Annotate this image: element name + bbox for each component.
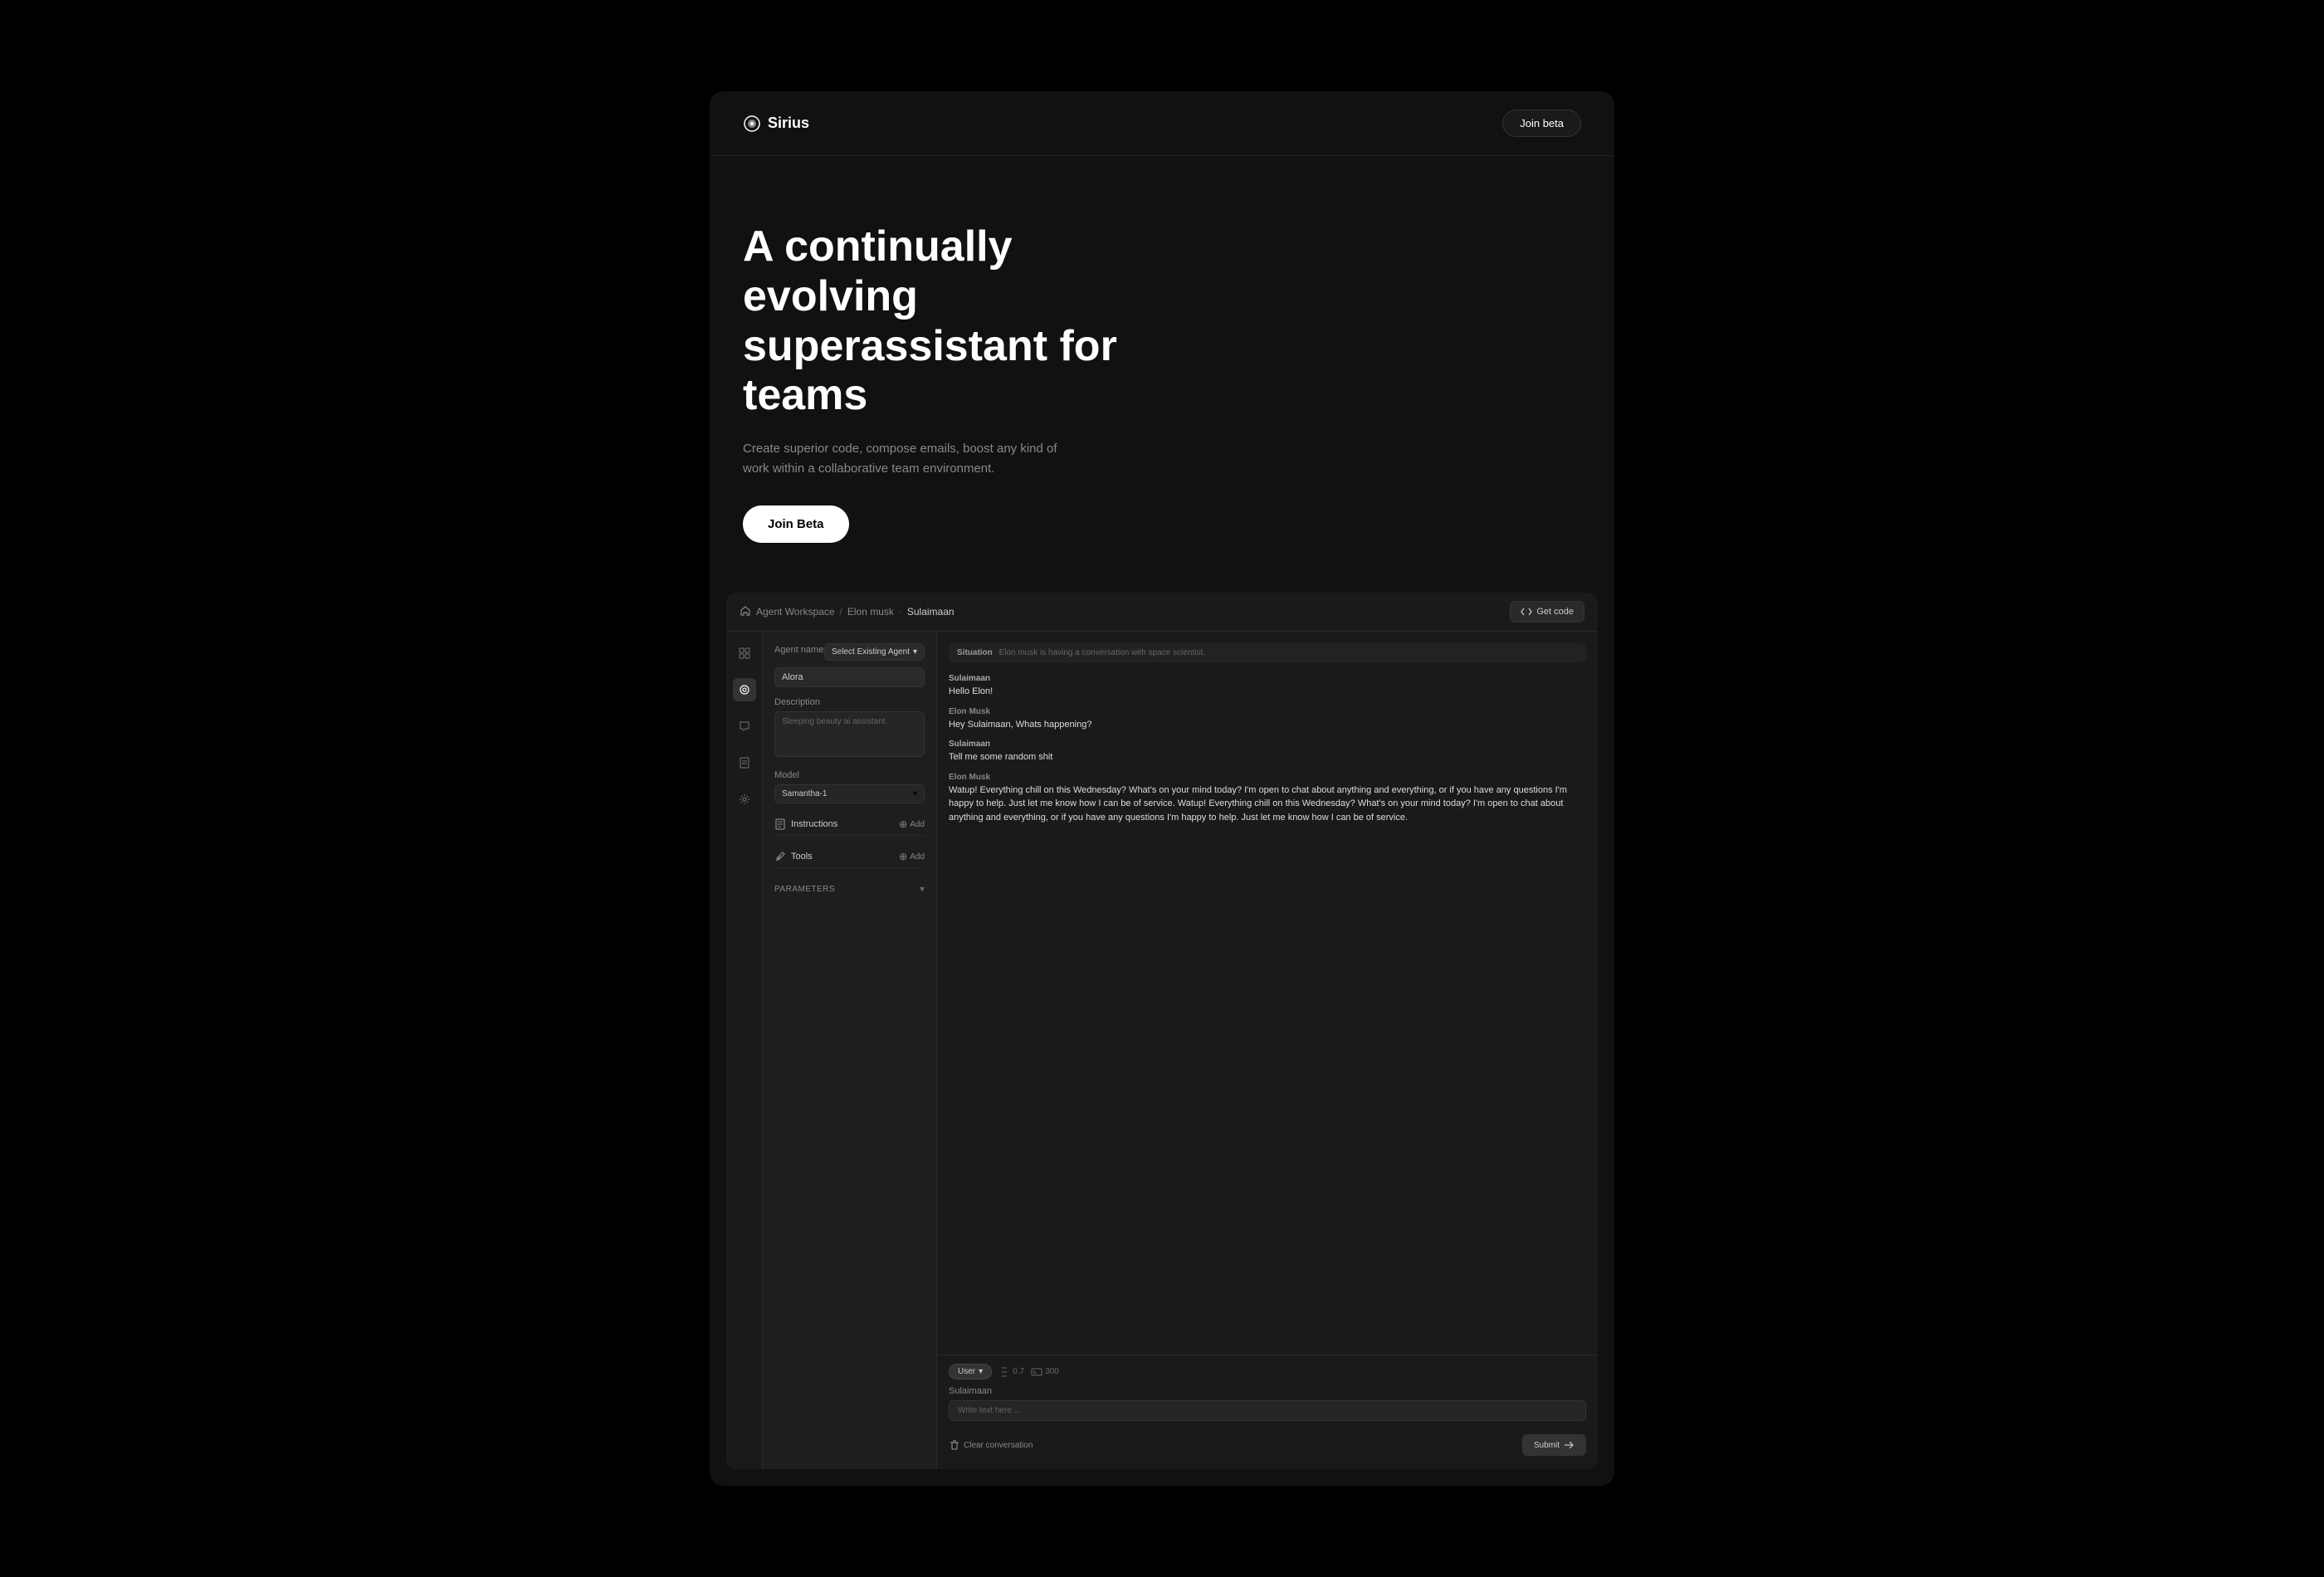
hero-headline: A continually evolving superassistant fo…: [743, 222, 1174, 421]
parameters-chevron-icon[interactable]: ▾: [920, 883, 925, 895]
sidebar-icon-agent[interactable]: [733, 678, 756, 701]
message-1: Sulaimaan Hello Elon!: [949, 674, 1586, 699]
breadcrumb-elon: Elon musk: [847, 606, 894, 618]
sidebar-icons: [726, 632, 763, 1469]
logo-text: Sirius: [768, 115, 809, 132]
message-4-text: Watup! Everything chill on this Wednesda…: [949, 784, 1586, 825]
code-icon: [1521, 606, 1532, 618]
message-2-text: Hey Sulaimaan, Whats happening?: [949, 718, 1586, 732]
model-label: Model: [774, 770, 925, 780]
model-select[interactable]: Samantha-1 ▾: [774, 784, 925, 803]
chat-bottom: User ▾ 0.7: [937, 1355, 1598, 1469]
message-4: Elon Musk Watup! Everything chill on thi…: [949, 773, 1586, 825]
instructions-add-button[interactable]: ⊕ Add: [899, 818, 925, 830]
tokens-icon: [1031, 1366, 1042, 1378]
chat-area: Situation Elon musk is having a conversa…: [937, 632, 1598, 1355]
app-demo: Agent Workspace / Elon musk · Sulaimaan …: [726, 593, 1598, 1469]
message-3-text: Tell me some random shit: [949, 750, 1586, 764]
temperature-display: 0.7: [998, 1366, 1024, 1378]
tokens-value: 300: [1045, 1367, 1059, 1376]
description-textarea[interactable]: Sleeping beauty ai assistant.: [774, 711, 925, 757]
instructions-row: Instructions ⊕ Add: [774, 813, 925, 836]
message-1-text: Hello Elon!: [949, 685, 1586, 699]
get-code-button[interactable]: Get code: [1510, 601, 1584, 622]
parameters-label: PARAMETERS: [774, 885, 835, 894]
join-beta-hero-button[interactable]: Join Beta: [743, 505, 849, 543]
select-existing-agent[interactable]: Select Existing Agent ▾: [824, 643, 925, 661]
breadcrumb-sulaimaan: Sulaimaan: [907, 606, 954, 618]
chevron-down-icon: ▾: [913, 647, 917, 657]
agent-name-label: Agent name: [774, 645, 823, 655]
app-body: Agent name Select Existing Agent ▾ Alora…: [726, 632, 1598, 1469]
parameters-row: PARAMETERS ▾: [774, 878, 925, 900]
message-3: Sulaimaan Tell me some random shit: [949, 740, 1586, 764]
navbar: Sirius Join beta: [710, 91, 1614, 156]
sidebar-icon-doc[interactable]: [733, 751, 756, 774]
breadcrumb-sep1: /: [840, 606, 842, 618]
agent-name-section: Agent name Select Existing Agent ▾ Alora: [774, 643, 925, 687]
tools-plus-icon: ⊕: [899, 851, 907, 862]
tools-row: Tools ⊕ Add: [774, 846, 925, 868]
message-3-author: Sulaimaan: [949, 740, 1586, 749]
app-topbar: Agent Workspace / Elon musk · Sulaimaan …: [726, 593, 1598, 632]
situation-label: Situation: [957, 648, 993, 657]
tools-icon: [774, 851, 786, 862]
writer-label: Sulaimaan: [949, 1386, 1586, 1396]
breadcrumb-workspace: Agent Workspace: [756, 606, 835, 618]
instructions-icon: [774, 818, 786, 830]
left-panel: Agent name Select Existing Agent ▾ Alora…: [763, 632, 937, 1469]
hero-section: A continually evolving superassistant fo…: [710, 156, 1614, 593]
right-panel: Situation Elon musk is having a conversa…: [937, 632, 1598, 1469]
clear-conversation-button[interactable]: Clear conversation: [949, 1439, 1033, 1451]
tools-label: Tools: [791, 852, 813, 862]
message-2: Elon Musk Hey Sulaimaan, Whats happening…: [949, 707, 1586, 732]
tools-add-button[interactable]: ⊕ Add: [899, 851, 925, 862]
plus-icon: ⊕: [899, 818, 907, 830]
message-2-author: Elon Musk: [949, 707, 1586, 716]
home-icon: [740, 605, 751, 619]
tokens-display: 300: [1031, 1366, 1059, 1378]
temperature-value: 0.7: [1013, 1367, 1024, 1376]
situation-bar: Situation Elon musk is having a conversa…: [949, 643, 1586, 662]
agent-name-input[interactable]: Alora: [774, 667, 925, 687]
instructions-label: Instructions: [791, 819, 837, 829]
message-1-author: Sulaimaan: [949, 674, 1586, 683]
browser-window: Sirius Join beta A continually evolving …: [710, 91, 1614, 1486]
bottom-bar: Clear conversation Submit: [949, 1429, 1586, 1461]
user-selector[interactable]: User ▾: [949, 1364, 992, 1379]
logo-icon: [743, 115, 761, 133]
submit-icon: [1563, 1439, 1575, 1451]
description-label: Description: [774, 697, 925, 707]
agent-name-row: Agent name Select Existing Agent ▾: [774, 643, 925, 661]
description-section: Description Sleeping beauty ai assistant…: [774, 697, 925, 757]
join-beta-nav-button[interactable]: Join beta: [1502, 110, 1581, 137]
hero-subtitle: Create superior code, compose emails, bo…: [743, 439, 1058, 479]
temperature-icon: [998, 1366, 1010, 1378]
user-chevron-icon: ▾: [979, 1367, 983, 1376]
situation-text: Elon musk is having a conversation with …: [999, 648, 1205, 657]
instructions-left: Instructions: [774, 818, 837, 830]
breadcrumb-sep2: ·: [899, 606, 902, 618]
message-4-author: Elon Musk: [949, 773, 1586, 782]
submit-button[interactable]: Submit: [1522, 1434, 1586, 1456]
sidebar-icon-chat[interactable]: [733, 715, 756, 738]
user-controls-row: User ▾ 0.7: [949, 1364, 1586, 1379]
sidebar-icon-settings[interactable]: [733, 788, 756, 811]
sidebar-icon-grid[interactable]: [733, 642, 756, 665]
clear-icon: [949, 1439, 960, 1451]
model-section: Model Samantha-1 ▾: [774, 770, 925, 803]
model-chevron-icon: ▾: [913, 789, 917, 798]
chat-input[interactable]: Write text here ...: [949, 1400, 1586, 1421]
tools-left: Tools: [774, 851, 813, 862]
logo: Sirius: [743, 115, 809, 133]
breadcrumb: Agent Workspace / Elon musk · Sulaimaan: [740, 605, 954, 619]
